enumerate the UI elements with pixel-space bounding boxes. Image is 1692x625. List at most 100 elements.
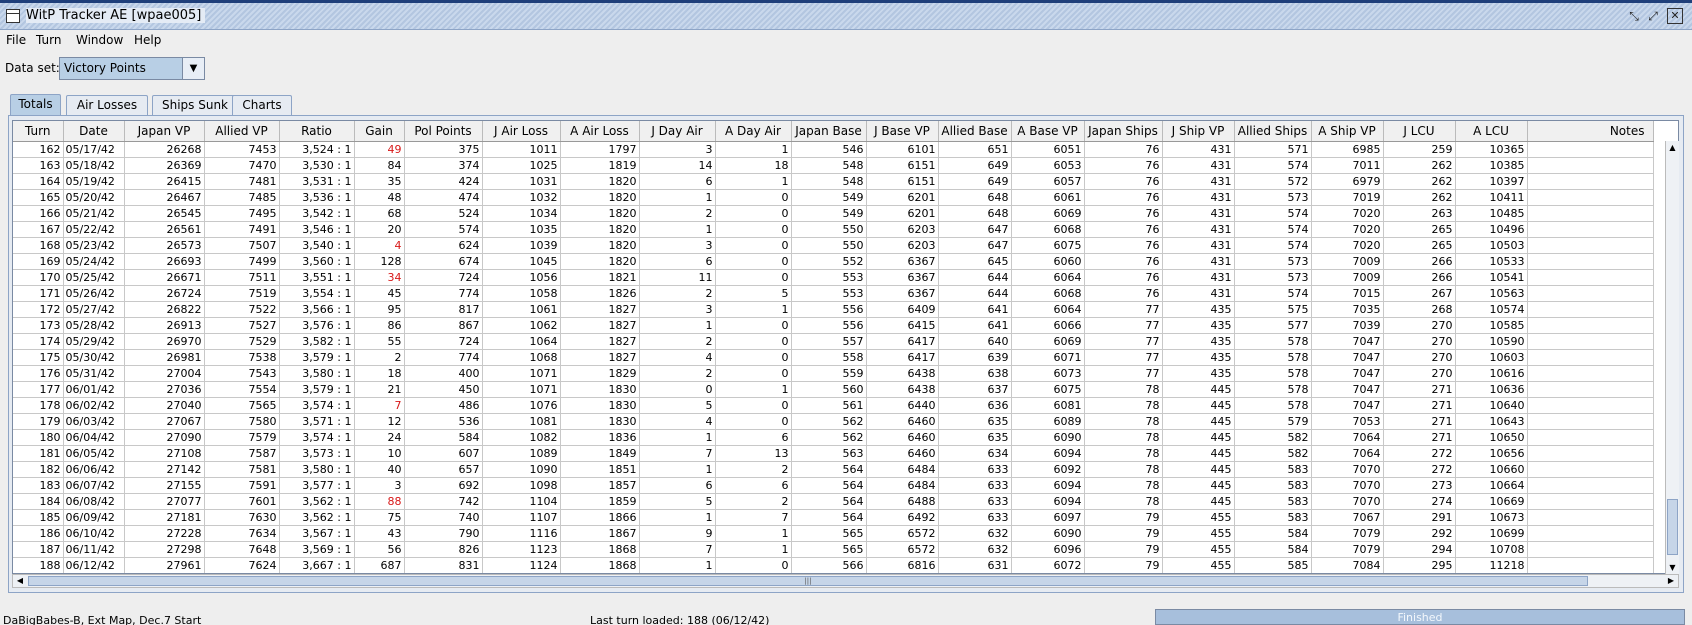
column-header-as[interactable]: Allied Ships xyxy=(1234,121,1312,142)
table-row[interactable]: 181 06/05/42 27108 7587 3,573 : 1 10 607 1089 18… xyxy=(13,445,1654,462)
cell-js: 76 xyxy=(1084,205,1163,222)
cell-alcu: 10574 xyxy=(1455,301,1528,318)
cell-jlcu: 262 xyxy=(1383,173,1456,190)
cell-jda: 1 xyxy=(639,557,716,573)
tab-totals[interactable]: Totals xyxy=(10,94,61,115)
tab-charts[interactable]: Charts xyxy=(232,95,292,115)
table-row[interactable]: 177 06/01/42 27036 7554 3,579 : 1 21 450 1071 18… xyxy=(13,381,1654,398)
scroll-down-icon[interactable]: ▼ xyxy=(1666,561,1679,575)
table-row[interactable]: 182 06/06/42 27142 7581 3,580 : 1 40 657 1090 18… xyxy=(13,461,1654,478)
maximize-icon[interactable]: ⤢ xyxy=(1645,8,1661,24)
table-row[interactable]: 162 05/17/42 26268 7453 3,524 : 1 49 375 1011 17… xyxy=(13,141,1654,158)
cell-js: 76 xyxy=(1084,285,1163,302)
chevron-down-icon[interactable]: ▼ xyxy=(182,58,204,79)
horizontal-scroll-thumb[interactable]: ||| xyxy=(28,576,1588,586)
table-row[interactable]: 164 05/19/42 26415 7481 3,531 : 1 35 424 1031 18… xyxy=(13,173,1654,190)
cell-abvp: 6064 xyxy=(1011,301,1085,318)
cell-abvp: 6090 xyxy=(1011,429,1085,446)
cell-ab: 641 xyxy=(938,301,1012,318)
table-row[interactable]: 186 06/10/42 27228 7634 3,567 : 1 43 790 1116 18… xyxy=(13,525,1654,542)
table-row[interactable]: 188 06/12/42 27961 7624 3,667 : 1 687 831 1124 1… xyxy=(13,557,1654,573)
table-row[interactable]: 185 06/09/42 27181 7630 3,562 : 1 75 740 1107 18… xyxy=(13,509,1654,526)
cell-ratio: 3,573 : 1 xyxy=(279,445,355,462)
cell-pol: 607 xyxy=(404,445,483,462)
table-row[interactable]: 173 05/28/42 26913 7527 3,576 : 1 86 867 1062 18… xyxy=(13,317,1654,334)
table-row[interactable]: 180 06/04/42 27090 7579 3,574 : 1 24 584 1082 18… xyxy=(13,429,1654,446)
cell-jvp: 27228 xyxy=(124,525,205,542)
column-header-jlcu[interactable]: J LCU xyxy=(1383,121,1456,142)
column-header-avp[interactable]: Allied VP xyxy=(204,121,280,142)
table-row[interactable]: 166 05/21/42 26545 7495 3,542 : 1 68 524 1034 18… xyxy=(13,205,1654,222)
scroll-left-icon[interactable]: ◀ xyxy=(13,575,27,587)
vertical-scrollbar[interactable]: ▲ ▼ xyxy=(1665,141,1679,575)
column-header-jal[interactable]: J Air Loss xyxy=(482,121,561,142)
cell-jda: 1 xyxy=(639,221,716,238)
cell-gain: 75 xyxy=(354,509,405,526)
table-row[interactable]: 174 05/29/42 26970 7529 3,582 : 1 55 724 1064 18… xyxy=(13,333,1654,350)
table-row[interactable]: 171 05/26/42 26724 7519 3,554 : 1 45 774 1058 18… xyxy=(13,285,1654,302)
cell-jb: 565 xyxy=(791,525,867,542)
table-row[interactable]: 183 06/07/42 27155 7591 3,577 : 1 3 692 1098 185… xyxy=(13,477,1654,494)
column-header-jda[interactable]: J Day Air xyxy=(639,121,716,142)
table-row[interactable]: 178 06/02/42 27040 7565 3,574 : 1 7 486 1076 183… xyxy=(13,397,1654,414)
column-header-alcu[interactable]: A LCU xyxy=(1455,121,1528,142)
table-row[interactable]: 172 05/27/42 26822 7522 3,566 : 1 95 817 1061 18… xyxy=(13,301,1654,318)
cell-ada: 0 xyxy=(715,349,792,366)
minimize-icon[interactable]: ⤡ xyxy=(1626,8,1642,24)
table-row[interactable]: 169 05/24/42 26693 7499 3,560 : 1 128 674 1045 1… xyxy=(13,253,1654,270)
column-header-jbvp[interactable]: J Base VP xyxy=(866,121,939,142)
column-header-ab[interactable]: Allied Base xyxy=(938,121,1012,142)
table-row[interactable]: 184 06/08/42 27077 7601 3,562 : 1 88 742 1104 18… xyxy=(13,493,1654,510)
progress-label: Finished xyxy=(1397,611,1443,624)
column-header-ada[interactable]: A Day Air xyxy=(715,121,792,142)
horizontal-scrollbar[interactable]: ◀ ||| ▶ xyxy=(12,574,1679,588)
column-header-pol[interactable]: Pol Points xyxy=(404,121,483,142)
menu-file[interactable]: File xyxy=(6,33,26,47)
column-header-aal[interactable]: A Air Loss xyxy=(560,121,640,142)
cell-jvp: 26415 xyxy=(124,173,205,190)
column-header-jb[interactable]: Japan Base xyxy=(791,121,867,142)
table-row[interactable]: 168 05/23/42 26573 7507 3,540 : 1 4 624 1039 182… xyxy=(13,237,1654,254)
tab-air-losses[interactable]: Air Losses xyxy=(66,95,148,115)
table-row[interactable]: 167 05/22/42 26561 7491 3,546 : 1 20 574 1035 18… xyxy=(13,221,1654,238)
close-icon[interactable]: ✕ xyxy=(1667,8,1683,24)
cell-jal: 1032 xyxy=(482,189,561,206)
table-row[interactable]: 165 05/20/42 26467 7485 3,536 : 1 48 474 1032 18… xyxy=(13,189,1654,206)
column-header-gain[interactable]: Gain xyxy=(354,121,405,142)
cell-pol: 450 xyxy=(404,381,483,398)
column-header-jvp[interactable]: Japan VP xyxy=(124,121,205,142)
table-row[interactable]: 179 06/03/42 27067 7580 3,571 : 1 12 536 1081 18… xyxy=(13,413,1654,430)
dataset-select[interactable]: Victory Points ▼ xyxy=(59,57,205,80)
cell-notes xyxy=(1527,285,1654,302)
cell-jda: 9 xyxy=(639,525,716,542)
tab-ships-sunk[interactable]: Ships Sunk xyxy=(152,95,238,115)
column-header-jsvp[interactable]: J Ship VP xyxy=(1162,121,1235,142)
menu-turn[interactable]: Turn xyxy=(36,33,61,47)
menu-window[interactable]: Window xyxy=(76,33,123,47)
cell-aal: 1836 xyxy=(560,429,640,446)
column-header-notes[interactable]: Notes xyxy=(1527,121,1654,142)
cell-jal: 1025 xyxy=(482,157,561,174)
column-header-abvp[interactable]: A Base VP xyxy=(1011,121,1085,142)
table-row[interactable]: 170 05/25/42 26671 7511 3,551 : 1 34 724 1056 18… xyxy=(13,269,1654,286)
column-header-turn[interactable]: Turn xyxy=(13,121,64,142)
cell-js: 77 xyxy=(1084,333,1163,350)
cell-gain: 48 xyxy=(354,189,405,206)
cell-jbvp: 6417 xyxy=(866,349,939,366)
column-header-js[interactable]: Japan Ships xyxy=(1084,121,1163,142)
column-header-date[interactable]: Date xyxy=(63,121,125,142)
vertical-scroll-thumb[interactable] xyxy=(1667,499,1678,555)
scroll-up-icon[interactable]: ▲ xyxy=(1666,141,1679,155)
cell-as: 575 xyxy=(1234,301,1312,318)
column-header-asvp[interactable]: A Ship VP xyxy=(1311,121,1384,142)
table-row[interactable]: 175 05/30/42 26981 7538 3,579 : 1 2 774 1068 182… xyxy=(13,349,1654,366)
menu-help[interactable]: Help xyxy=(134,33,161,47)
cell-jlcu: 268 xyxy=(1383,301,1456,318)
cell-as: 573 xyxy=(1234,269,1312,286)
totals-table-viewport[interactable]: Turn Date Japan VP Allied VP Ratio Gain Pol Po… xyxy=(12,120,1679,574)
column-header-ratio[interactable]: Ratio xyxy=(279,121,355,142)
table-row[interactable]: 163 05/18/42 26369 7470 3,530 : 1 84 374 1025 18… xyxy=(13,157,1654,174)
table-row[interactable]: 187 06/11/42 27298 7648 3,569 : 1 56 826 1123 18… xyxy=(13,541,1654,558)
scroll-right-icon[interactable]: ▶ xyxy=(1664,575,1678,587)
table-row[interactable]: 176 05/31/42 27004 7543 3,580 : 1 18 400 1071 18… xyxy=(13,365,1654,382)
